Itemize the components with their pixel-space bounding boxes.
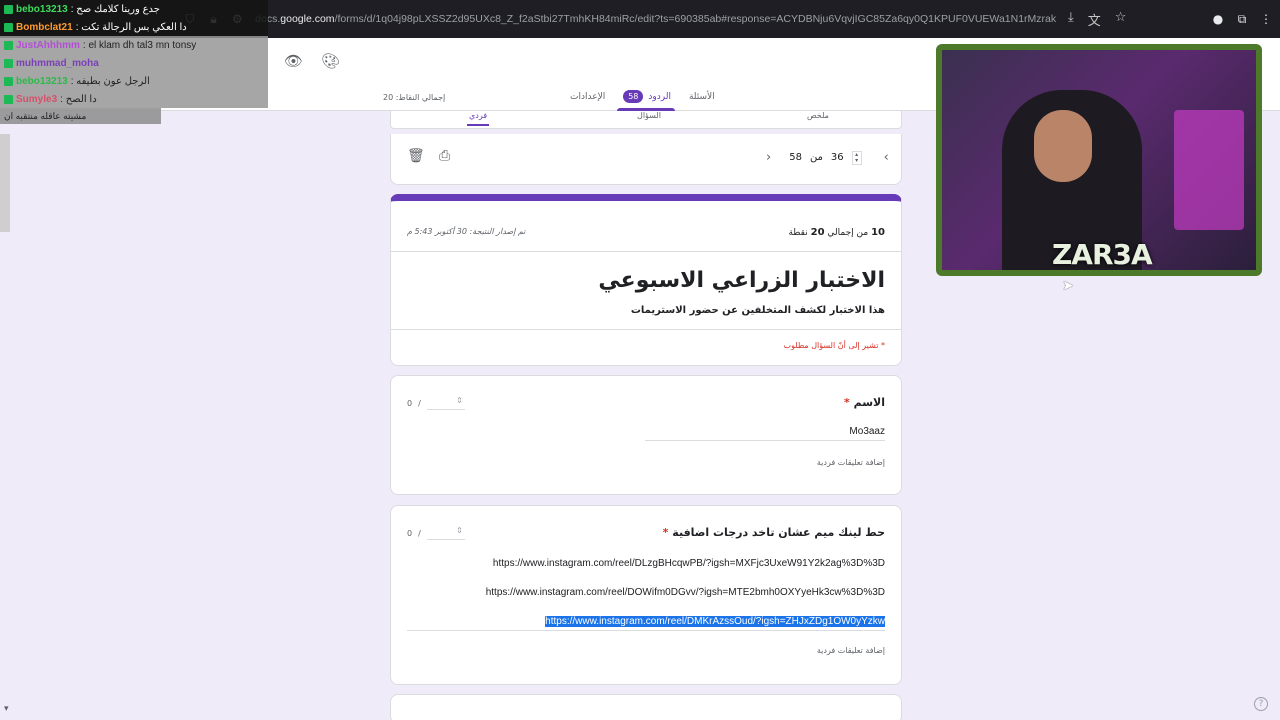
palette-icon[interactable]: 🎨︎	[321, 52, 340, 70]
scroll-down-arrow-icon[interactable]: ▾	[4, 704, 9, 714]
account-icon[interactable]: ●	[1210, 11, 1226, 27]
chat-message: Bombclat21 : دا العكي بس الرجالة تكت	[0, 18, 268, 36]
answer-text: https://www.instagram.com/reel/DLzgBHcqw…	[492, 558, 885, 569]
channel-logo: ZAR3A	[1052, 238, 1153, 271]
print-icon[interactable]: ⎙	[439, 148, 450, 164]
chat-badge-icon	[4, 40, 13, 50]
answer-text: https://www.instagram.com/reel/DOWifm0DG…	[485, 587, 885, 598]
chevron-left-icon[interactable]: ›	[766, 150, 771, 165]
responses-view-tabs: فردي السؤال ملخص	[390, 111, 902, 129]
mouse-cursor-icon: ➤	[1062, 278, 1074, 294]
divider	[391, 251, 901, 252]
url-text[interactable]: docs.google.com/forms/d/1q04j98pLXSSZ2d9…	[255, 13, 1056, 25]
chat-badge-icon	[4, 4, 13, 14]
tab-responses[interactable]: 58 الردود	[617, 90, 675, 111]
browser-actions: ⤓ 文 ☆	[1068, 10, 1126, 29]
chat-message: JustAhhhmm : el klam dh tal3 mn tonsy	[0, 36, 268, 54]
tab-summary[interactable]: ملخص	[807, 111, 829, 120]
address-bar[interactable]: ⛉ 🔒︎ ⚙︎ docs.google.com/forms/d/1q04j98p…	[176, 7, 1056, 31]
answer-text-selected: https://www.instagram.com/reel/DMKrAzssO…	[545, 616, 885, 627]
question-card: الاسم * 0/ Mo3aaz إضافة تعليقات فردية	[390, 375, 902, 495]
menu-icon[interactable]: ⋮	[1258, 11, 1274, 27]
tab-individual[interactable]: فردي	[466, 111, 490, 126]
download-icon[interactable]: ⤓	[1068, 10, 1074, 29]
add-feedback-link[interactable]: إضافة تعليقات فردية	[817, 458, 885, 467]
score-input[interactable]	[426, 526, 465, 540]
responses-count-badge: 58	[623, 90, 644, 103]
question-card	[390, 694, 902, 720]
required-note: * تشير إلى أنّ السؤال مطلوب	[783, 341, 885, 350]
question-score: 0/	[407, 526, 465, 540]
page-scrollbar[interactable]	[0, 134, 10, 232]
chat-badge-icon	[4, 58, 13, 68]
response-stepper[interactable]: ▴ ▾	[851, 150, 862, 165]
header-actions: 👁︎ 🎨︎	[284, 52, 340, 70]
score-input[interactable]	[426, 396, 465, 410]
chat-message: bebo13213 : جدع ورينا كلامك صح	[0, 0, 268, 18]
response-number-input[interactable]: 36	[831, 152, 844, 163]
translate-icon[interactable]: 文	[1088, 10, 1101, 29]
add-feedback-link[interactable]: إضافة تعليقات فردية	[817, 646, 885, 655]
tab-questions[interactable]: الأسئلة	[689, 90, 715, 103]
chat-badge-icon	[4, 76, 13, 86]
webcam-overlay: ZAR3A	[936, 44, 1262, 276]
tab-question[interactable]: السؤال	[637, 111, 661, 120]
required-note-card: * تشير إلى أنّ السؤال مطلوب	[390, 330, 902, 366]
response-pager: › 58 من 36 ▴ ▾ ‹	[766, 150, 889, 165]
trash-icon[interactable]: 🗑︎	[407, 148, 425, 164]
streamer-face	[1034, 110, 1092, 182]
form-description: هذا الاختبار لكشف المتخلفين عن حضور الاس…	[630, 305, 885, 316]
answer-underline	[407, 630, 885, 631]
question-title: حط لينك ميم عشان تاخد درجات اضافية *	[662, 526, 885, 539]
question-title: الاسم *	[843, 396, 885, 409]
score-summary: 10 من إجمالي 20 نقطة	[788, 227, 885, 238]
answer-underline	[645, 440, 885, 441]
required-star: *	[843, 396, 850, 409]
help-icon[interactable]: ?	[1254, 697, 1268, 711]
neon-light	[1174, 110, 1244, 230]
required-star: *	[662, 526, 669, 539]
tab-settings[interactable]: الإعدادات	[570, 90, 605, 103]
form-title: الاختبار الزراعي الاسبوعي	[598, 268, 885, 293]
total-points: إجمالي النقاط: 20	[383, 93, 446, 102]
chat-message: muhmmad_moha	[0, 54, 268, 72]
score-released-time: تم إصدار النتيجة: 30 أكتوبر 5:43 م	[407, 227, 526, 236]
chat-message: مشيته عاقله منتقبه ان	[0, 108, 161, 124]
question-score: 0/	[407, 396, 465, 410]
star-icon[interactable]: ☆	[1115, 10, 1127, 29]
form-header-card: 10 من إجمالي 20 نقطة تم إصدار النتيجة: 3…	[390, 194, 902, 330]
question-card: حط لينك ميم عشان تاخد درجات اضافية * 0/ …	[390, 505, 902, 685]
eye-icon[interactable]: 👁︎	[284, 52, 303, 70]
chat-message: bebo13213 : الرجل عون بطيفه	[0, 72, 268, 90]
chat-badge-icon	[4, 22, 13, 32]
chat-message: Sumyle3 : دا الصح	[0, 90, 268, 108]
answer-text: Mo3aaz	[849, 426, 885, 437]
stream-chat-overlay: bebo13213 : جدع ورينا كلامك صح Bombclat2…	[0, 0, 268, 124]
chevron-right-icon[interactable]: ‹	[884, 150, 889, 165]
extensions-icon[interactable]: ⧉	[1234, 11, 1250, 27]
main-tabs: الإعدادات 58 الردود الأسئلة	[570, 90, 715, 111]
chat-badge-icon	[4, 94, 13, 104]
